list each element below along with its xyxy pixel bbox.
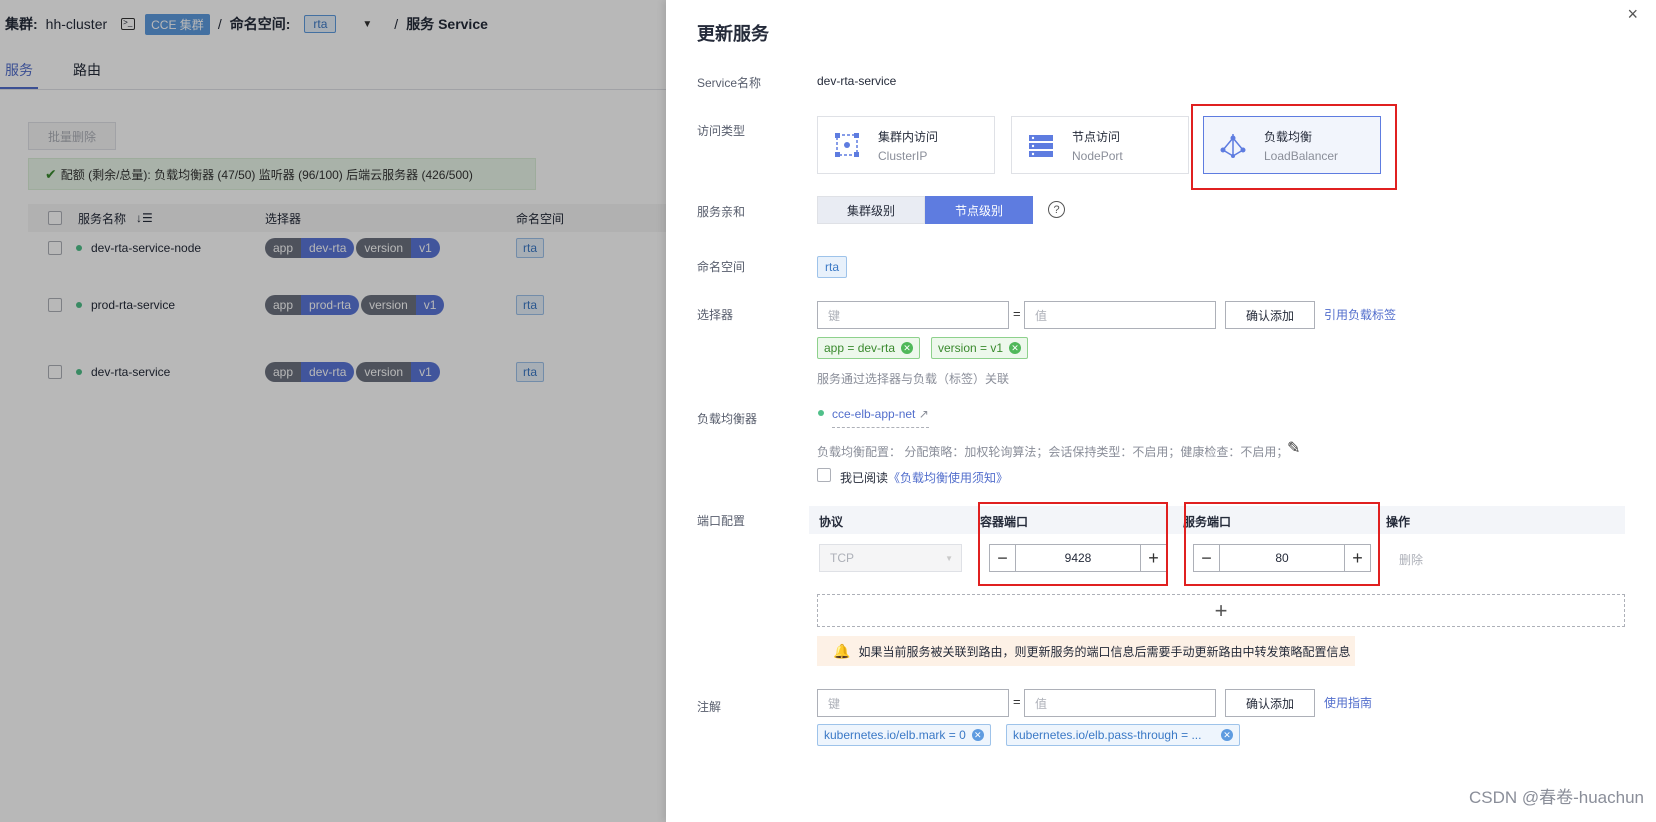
selector-value-input[interactable]: 值 (1024, 301, 1216, 329)
load-balancer-config: 负载均衡配置： 分配策略：加权轮询算法；会话保持类型：不启用；健康检查：不启用； (817, 445, 1289, 459)
equals-sign: = (1013, 694, 1021, 709)
cluster-ip-icon (835, 133, 859, 157)
read-agreement-checkbox[interactable] (817, 468, 831, 482)
annotation-value-input[interactable]: 值 (1024, 689, 1216, 717)
close-icon[interactable]: × (1627, 4, 1638, 25)
close-icon[interactable]: ✕ (901, 342, 914, 354)
read-agreement-text: 我已阅读《负载均衡使用须知》 (840, 471, 1009, 485)
port-config-label: 端口配置 (697, 514, 746, 528)
lb-usage-notice-link[interactable]: 《负载均衡使用须知》 (888, 471, 1008, 485)
close-icon[interactable]: ✕ (971, 729, 984, 741)
reference-workload-labels-link[interactable]: 引用负载标签 (1324, 306, 1396, 323)
col-action: 操作 (1386, 515, 1411, 529)
selector-chip: version = v1 ✕ (931, 337, 1029, 359)
highlight-box-loadbalancer (1191, 104, 1397, 190)
selector-hint: 服务通过选择器与负载（标签）关联 (817, 372, 1010, 386)
bell-icon: 🔔 (833, 642, 851, 659)
affinity-node-option[interactable]: 节点级别 (925, 196, 1033, 224)
watermark: CSDN @春卷-huachun (1468, 788, 1644, 807)
col-protocol: 协议 (819, 515, 844, 529)
load-balancer-link[interactable]: cce-elb-app-net ↗ (832, 407, 929, 428)
drawer-title: 更新服务 (697, 24, 769, 44)
highlight-box-container-port (978, 502, 1168, 586)
annotation-confirm-add-button[interactable]: 确认添加 (1225, 689, 1315, 717)
highlight-box-service-port (1184, 502, 1380, 586)
edit-icon[interactable]: ✎ (1287, 438, 1300, 458)
node-port-icon (1029, 135, 1053, 157)
affinity-cluster-option[interactable]: 集群级别 (817, 196, 925, 224)
help-icon[interactable]: ? (1048, 201, 1065, 218)
modal-overlay[interactable] (0, 0, 666, 822)
protocol-select[interactable]: TCP ▼ (819, 544, 962, 572)
access-type-clusterip[interactable]: 集群内访问 ClusterIP (817, 116, 995, 174)
usage-guide-link[interactable]: 使用指南 (1324, 694, 1372, 711)
annotation-chip: kubernetes.io/elb.pass-through = ... ✕ (1006, 724, 1240, 746)
access-type-nodeport[interactable]: 节点访问 NodePort (1011, 116, 1189, 174)
affinity-label: 服务亲和 (697, 205, 746, 219)
port-warning-banner: 🔔 如果当前服务被关联到路由，则更新服务的端口信息后需要手动更新路由中转发策略配… (817, 636, 1355, 666)
access-type-label: 访问类型 (697, 124, 746, 138)
annotation-label: 注解 (697, 700, 722, 714)
external-link-icon: ↗ (915, 407, 929, 421)
equals-sign: = (1013, 306, 1021, 321)
annotation-chip: kubernetes.io/elb.mark = 0 ✕ (817, 724, 991, 746)
service-list-page: 集群: hh-cluster >_ CCE 集群 / 命名空间: rta ▼ /… (0, 0, 666, 822)
update-service-drawer: × 更新服务 Service名称 dev-rta-service 访问类型 集群… (666, 0, 1656, 822)
chevron-down-icon: ▼ (945, 553, 953, 563)
selector-confirm-add-button[interactable]: 确认添加 (1225, 301, 1315, 329)
annotation-key-input[interactable]: 键 (817, 689, 1009, 717)
service-name-label: Service名称 (697, 76, 762, 90)
load-balancer-label: 负载均衡器 (697, 412, 758, 426)
status-dot (818, 410, 824, 416)
namespace-chip: rta (817, 256, 848, 278)
selector-label: 选择器 (697, 308, 734, 322)
add-port-button[interactable]: + (817, 594, 1625, 627)
service-name-value: dev-rta-service (817, 74, 897, 88)
selector-chip: app = dev-rta ✕ (817, 337, 921, 359)
close-icon[interactable]: ✕ (1009, 342, 1022, 354)
close-icon[interactable]: ✕ (1221, 729, 1233, 741)
namespace-label: 命名空间 (697, 260, 746, 274)
delete-port-link[interactable]: 删除 (1399, 551, 1423, 568)
selector-key-input[interactable]: 键 (817, 301, 1009, 329)
affinity-segmented-control: 集群级别 节点级别 (817, 196, 1033, 224)
